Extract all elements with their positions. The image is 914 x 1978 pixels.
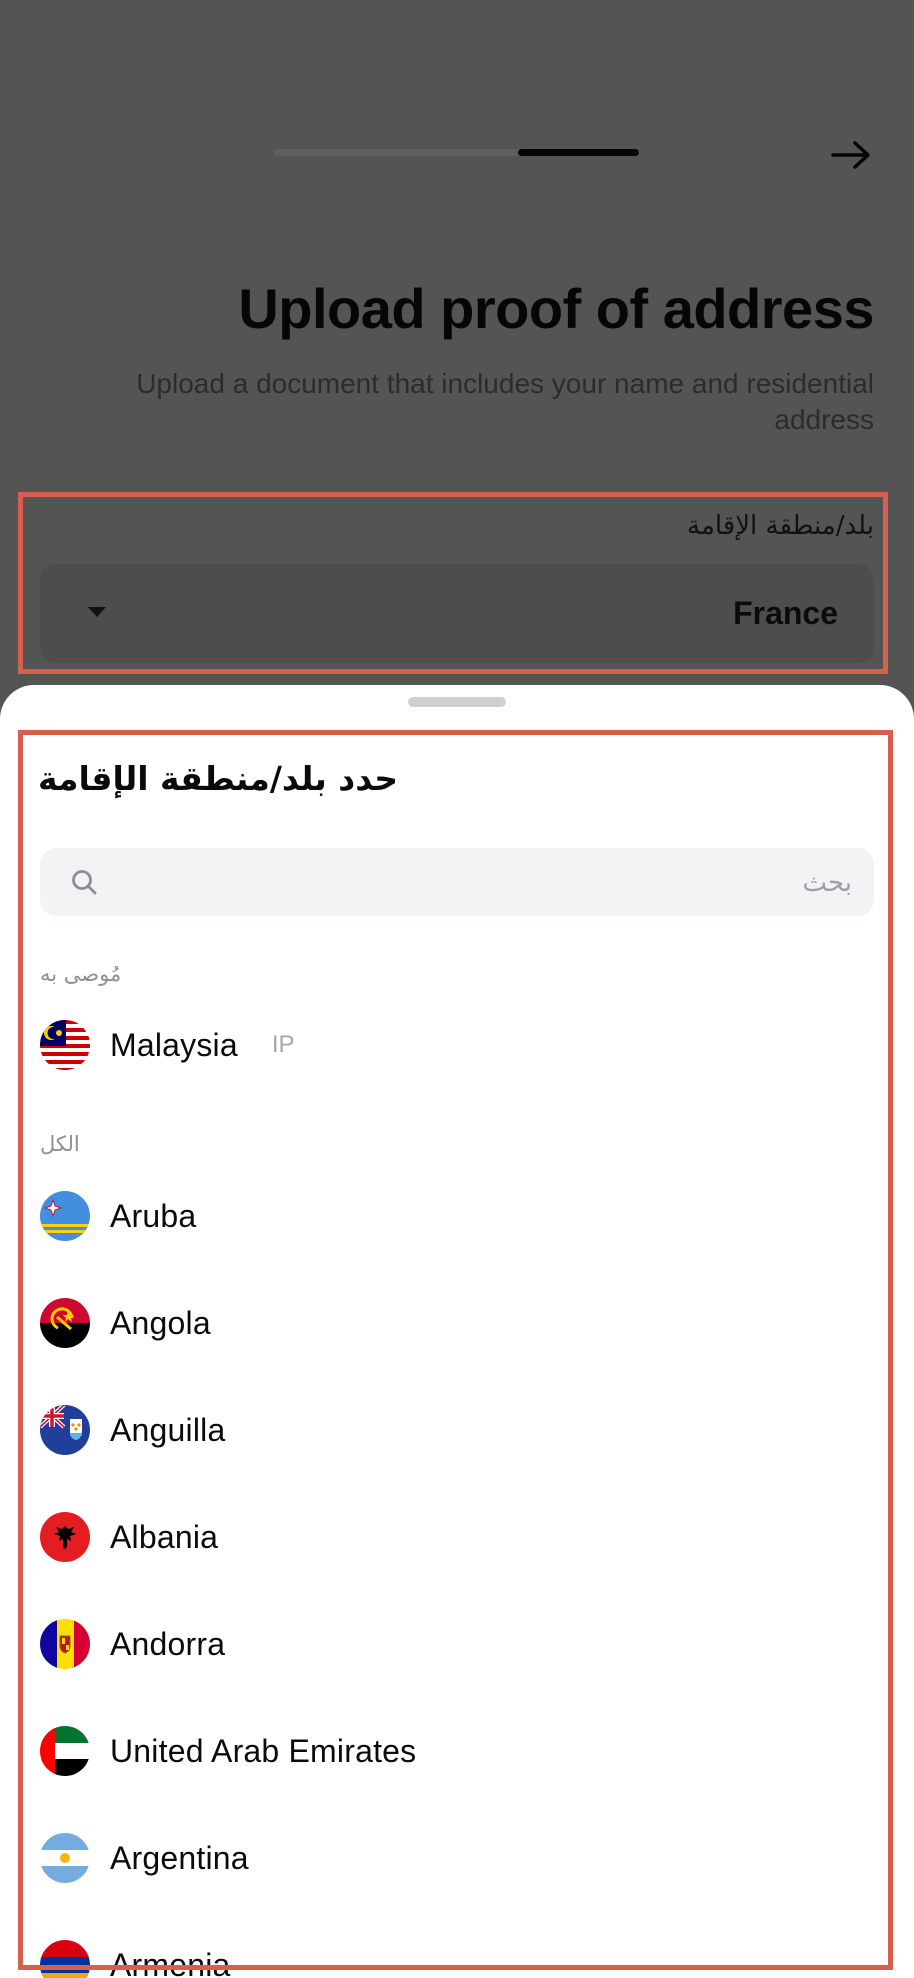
arrow-right-icon[interactable] — [828, 132, 874, 178]
page-title: Upload proof of address — [238, 277, 874, 340]
country-row-angola[interactable]: Angola — [40, 1281, 874, 1365]
uae-flag-icon — [40, 1726, 90, 1776]
country-name: Armenia — [110, 1946, 231, 1978]
country-name: Aruba — [110, 1197, 197, 1234]
anguilla-flag-icon — [40, 1405, 90, 1455]
progress-bar-fill — [518, 149, 639, 156]
country-name: Albania — [110, 1518, 219, 1555]
search-input[interactable] — [110, 848, 854, 918]
country-row-albania[interactable]: Albania — [40, 1495, 874, 1579]
all-section-header: الكل — [40, 1132, 80, 1156]
sheet-title: حدد بلد/منطقة الإقامة — [38, 759, 399, 798]
malaysia-flag-icon — [40, 1020, 90, 1070]
country-field-label: بلد/منطقة الإقامة — [687, 511, 874, 541]
country-name: Angola — [110, 1304, 211, 1341]
country-row-andorra[interactable]: Andorra — [40, 1602, 874, 1686]
andorra-flag-icon — [40, 1619, 90, 1669]
argentina-flag-icon — [40, 1833, 90, 1883]
drag-handle[interactable] — [408, 697, 506, 707]
aruba-flag-icon — [40, 1191, 90, 1241]
country-row-aruba[interactable]: Aruba — [40, 1174, 874, 1258]
caret-down-icon — [88, 607, 106, 617]
country-name: Argentina — [110, 1839, 249, 1876]
armenia-flag-icon — [40, 1940, 90, 1978]
angola-flag-icon — [40, 1298, 90, 1348]
country-row-malaysia[interactable]: Malaysia IP — [40, 1003, 874, 1087]
country-select-value: France — [733, 595, 838, 631]
search-box[interactable] — [40, 848, 874, 918]
country-row-anguilla[interactable]: Anguilla — [40, 1388, 874, 1472]
country-name: United Arab Emirates — [110, 1732, 417, 1769]
country-name: Malaysia — [110, 1026, 238, 1063]
albania-flag-icon — [40, 1512, 90, 1562]
search-icon — [72, 870, 97, 895]
country-row-argentina[interactable]: Argentina — [40, 1816, 874, 1900]
country-row-armenia[interactable]: Armenia — [40, 1923, 874, 1978]
recommended-section-header: مُوصى به — [40, 962, 122, 986]
progress-bar — [274, 149, 640, 156]
page-subtitle: Upload a document that includes your nam… — [136, 368, 874, 435]
country-select[interactable]: France — [40, 564, 874, 663]
ip-badge: IP — [271, 1031, 295, 1058]
country-name: Andorra — [110, 1625, 226, 1662]
country-picker-sheet: حدد بلد/منطقة الإقامة مُوصى به — [0, 685, 914, 1978]
background-page: Upload proof of address Upload a documen… — [0, 0, 914, 700]
country-name: Anguilla — [110, 1411, 226, 1448]
country-row-united-arab-emirates[interactable]: United Arab Emirates — [40, 1709, 874, 1793]
